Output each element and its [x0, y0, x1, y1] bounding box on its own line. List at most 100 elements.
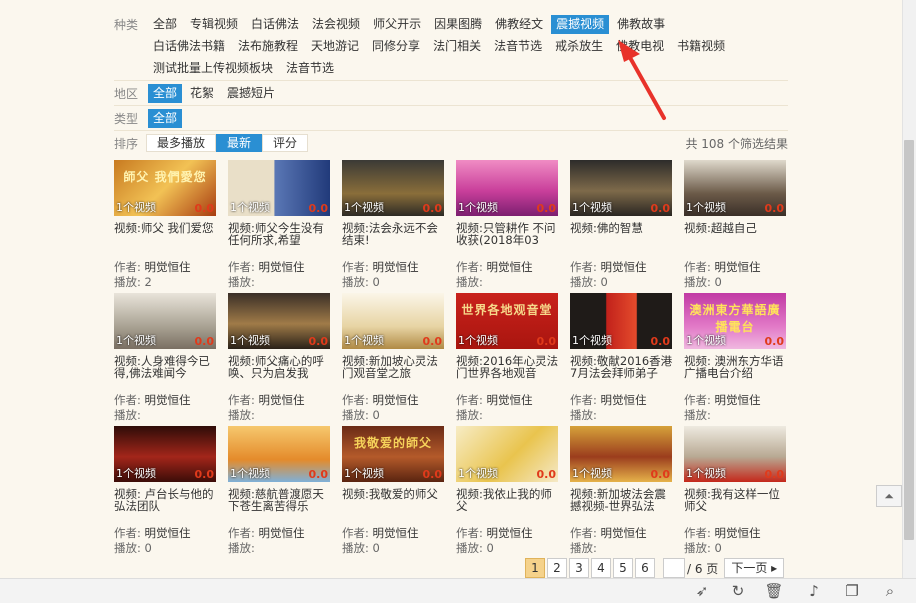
video-thumbnail[interactable]: 1个视频 0.0 [114, 426, 216, 482]
category-option[interactable]: 佛教经文 [490, 15, 548, 34]
author-name[interactable]: 明觉恒住 [373, 526, 419, 540]
video-title[interactable]: 视频:我敬爱的师父 [342, 488, 446, 526]
category-option[interactable]: 戒杀放生 [550, 37, 608, 56]
video-card[interactable]: 1个视频 0.0 视频:法会永远不会结束! 作者: 明觉恒住 播放: 0 [342, 160, 446, 290]
author-name[interactable]: 明觉恒住 [487, 260, 533, 274]
video-card[interactable]: 1个视频 0.0 视频:人身难得今已得,佛法难闻今 作者: 明觉恒住 播放: [114, 293, 218, 423]
video-thumbnail[interactable]: 1个视频 0.0 [456, 426, 558, 482]
author-name[interactable]: 明觉恒住 [715, 393, 761, 407]
category-option[interactable]: 专辑视频 [185, 15, 243, 34]
video-card[interactable]: 1个视频 0.0 视频:新加坡法会震撼视频-世界弘法 作者: 明觉恒住 播放: [570, 426, 674, 556]
category-option[interactable]: 法布施教程 [233, 37, 303, 56]
video-title[interactable]: 视频: 澳洲东方华语广播电台介绍 [684, 355, 788, 393]
video-thumbnail[interactable]: 1个视频 0.0 [456, 160, 558, 216]
category-option[interactable]: 法音节选 [489, 37, 547, 56]
video-card[interactable]: 師父 我們愛您 1个视频 0.0 视频:师父 我们爱您 作者: 明觉恒住 播放: 2 [114, 160, 218, 290]
vertical-scrollbar[interactable] [902, 0, 916, 578]
video-card[interactable]: 1个视频 0.0 视频:师父痛心的呼唤、只为启发我 作者: 明觉恒住 播放: [228, 293, 332, 423]
video-title[interactable]: 视频:超越自己 [684, 222, 788, 260]
video-card[interactable]: 1个视频 0.0 视频:我有这样一位师父 作者: 明觉恒住 播放: 0 [684, 426, 788, 556]
author-name[interactable]: 明觉恒住 [145, 526, 191, 540]
video-card[interactable]: 1个视频 0.0 视频:新加坡心灵法门观音堂之旅 作者: 明觉恒住 播放: 0 [342, 293, 446, 423]
video-thumbnail[interactable]: 1个视频 0.0 [114, 293, 216, 349]
video-card[interactable]: 1个视频 0.0 视频:敬献2016香港7月法会拜师弟子 作者: 明觉恒住 播放: [570, 293, 674, 423]
video-card[interactable]: 1个视频 0.0 视频:师父今生没有任何所求,希望 作者: 明觉恒住 播放: [228, 160, 332, 290]
trash-icon[interactable]: 🗑 [764, 581, 784, 601]
video-title[interactable]: 视频:敬献2016香港7月法会拜师弟子 [570, 355, 674, 393]
video-title[interactable]: 视频:2016年心灵法门世界各地观音 [456, 355, 560, 393]
category-option[interactable]: 因果图腾 [429, 15, 487, 34]
video-card[interactable]: 1个视频 0.0 视频:只管耕作 不问收获(2018年03 作者: 明觉恒住 播放: [456, 160, 560, 290]
author-name[interactable]: 明觉恒住 [145, 393, 191, 407]
rocket-icon[interactable]: ➶ [692, 581, 712, 601]
category-option[interactable]: 天地游记 [306, 37, 364, 56]
video-thumbnail[interactable]: 1个视频 0.0 [684, 160, 786, 216]
video-thumbnail[interactable]: 師父 我們愛您 1个视频 0.0 [114, 160, 216, 216]
video-card[interactable]: 1个视频 0.0 视频:我依止我的师父 作者: 明觉恒住 播放: 0 [456, 426, 560, 556]
video-card[interactable]: 1个视频 0.0 视频:佛的智慧 作者: 明觉恒住 播放: 0 [570, 160, 674, 290]
video-title[interactable]: 视频:只管耕作 不问收获(2018年03 [456, 222, 560, 260]
region-option[interactable]: 花絮 [185, 84, 219, 103]
video-title[interactable]: 视频:师父今生没有任何所求,希望 [228, 222, 332, 260]
category-option[interactable]: 同修分享 [367, 37, 425, 56]
video-thumbnail[interactable]: 1个视频 0.0 [342, 160, 444, 216]
author-name[interactable]: 明觉恒住 [487, 526, 533, 540]
page-button[interactable]: 6 [635, 558, 655, 578]
video-thumbnail[interactable]: 1个视频 0.0 [228, 426, 330, 482]
category-option[interactable]: 佛教电视 [611, 37, 669, 56]
category-option[interactable]: 测试批量上传视频板块 [148, 59, 278, 78]
page-button[interactable]: 2 [547, 558, 567, 578]
author-name[interactable]: 明觉恒住 [601, 260, 647, 274]
page-button[interactable]: 5 [613, 558, 633, 578]
author-name[interactable]: 明觉恒住 [601, 393, 647, 407]
video-thumbnail[interactable]: 1个视频 0.0 [570, 160, 672, 216]
category-option[interactable]: 全部 [148, 15, 182, 34]
video-title[interactable]: 视频:师父痛心的呼唤、只为启发我 [228, 355, 332, 393]
video-title[interactable]: 视频:法会永远不会结束! [342, 222, 446, 260]
category-option[interactable]: 书籍视频 [672, 37, 730, 56]
category-option[interactable]: 震撼视频 [551, 15, 610, 34]
region-option[interactable]: 全部 [148, 84, 183, 103]
video-thumbnail[interactable]: 1个视频 0.0 [342, 293, 444, 349]
sort-option[interactable]: 评分 [262, 134, 309, 152]
video-card[interactable]: 1个视频 0.0 视频:慈航普渡愿天下苍生离苦得乐 作者: 明觉恒住 播放: [228, 426, 332, 556]
category-option[interactable]: 佛教故事 [612, 15, 670, 34]
video-thumbnail[interactable]: 1个视频 0.0 [570, 293, 672, 349]
video-thumbnail[interactable]: 1个视频 0.0 [684, 426, 786, 482]
next-page-button[interactable]: 下一页 ▸ [724, 558, 785, 578]
video-title[interactable]: 视频: 卢台长与他的弘法团队 [114, 488, 218, 526]
page-button[interactable]: 4 [591, 558, 611, 578]
video-title[interactable]: 视频:我依止我的师父 [456, 488, 560, 526]
author-name[interactable]: 明觉恒住 [715, 260, 761, 274]
video-card[interactable]: 1个视频 0.0 视频:超越自己 作者: 明觉恒住 播放: 0 [684, 160, 788, 290]
video-thumbnail[interactable]: 1个视频 0.0 [228, 160, 330, 216]
video-card[interactable]: 世界各地观音堂 1个视频 0.0 视频:2016年心灵法门世界各地观音 作者: 明觉恒住… [456, 293, 560, 423]
sort-option[interactable]: 最多播放 [146, 134, 217, 152]
author-name[interactable]: 明觉恒住 [259, 260, 305, 274]
author-name[interactable]: 明觉恒住 [373, 260, 419, 274]
video-card[interactable]: 1个视频 0.0 视频: 卢台长与他的弘法团队 作者: 明觉恒住 播放: 0 [114, 426, 218, 556]
author-name[interactable]: 明觉恒住 [487, 393, 533, 407]
category-option[interactable]: 法门相关 [428, 37, 486, 56]
video-title[interactable]: 视频:佛的智慧 [570, 222, 674, 260]
video-thumbnail[interactable]: 澳洲東方華語廣播電台 1个视频 0.0 [684, 293, 786, 349]
author-name[interactable]: 明觉恒住 [259, 393, 305, 407]
video-title[interactable]: 视频:我有这样一位师父 [684, 488, 788, 526]
region-option[interactable]: 震撼短片 [222, 84, 280, 103]
author-name[interactable]: 明觉恒住 [715, 526, 761, 540]
scrollbar-thumb[interactable] [904, 140, 914, 540]
video-title[interactable]: 视频:师父 我们爱您 [114, 222, 218, 260]
page-button[interactable]: 3 [569, 558, 589, 578]
video-thumbnail[interactable]: 世界各地观音堂 1个视频 0.0 [456, 293, 558, 349]
window-icon[interactable]: ❐ [842, 581, 862, 601]
video-card[interactable]: 澳洲東方華語廣播電台 1个视频 0.0 视频: 澳洲东方华语广播电台介绍 作者: 明觉恒… [684, 293, 788, 423]
video-thumbnail[interactable]: 1个视频 0.0 [228, 293, 330, 349]
video-thumbnail[interactable]: 我敬爱的師父 1个视频 0.0 [342, 426, 444, 482]
page-jump-input[interactable] [663, 558, 685, 578]
author-name[interactable]: 明觉恒住 [145, 260, 191, 274]
search-icon[interactable]: ⌕ [880, 581, 900, 601]
speaker-icon[interactable]: ♪ [804, 581, 824, 601]
video-card[interactable]: 我敬爱的師父 1个视频 0.0 视频:我敬爱的师父 作者: 明觉恒住 播放: 0 [342, 426, 446, 556]
video-title[interactable]: 视频:新加坡心灵法门观音堂之旅 [342, 355, 446, 393]
author-name[interactable]: 明觉恒住 [601, 526, 647, 540]
